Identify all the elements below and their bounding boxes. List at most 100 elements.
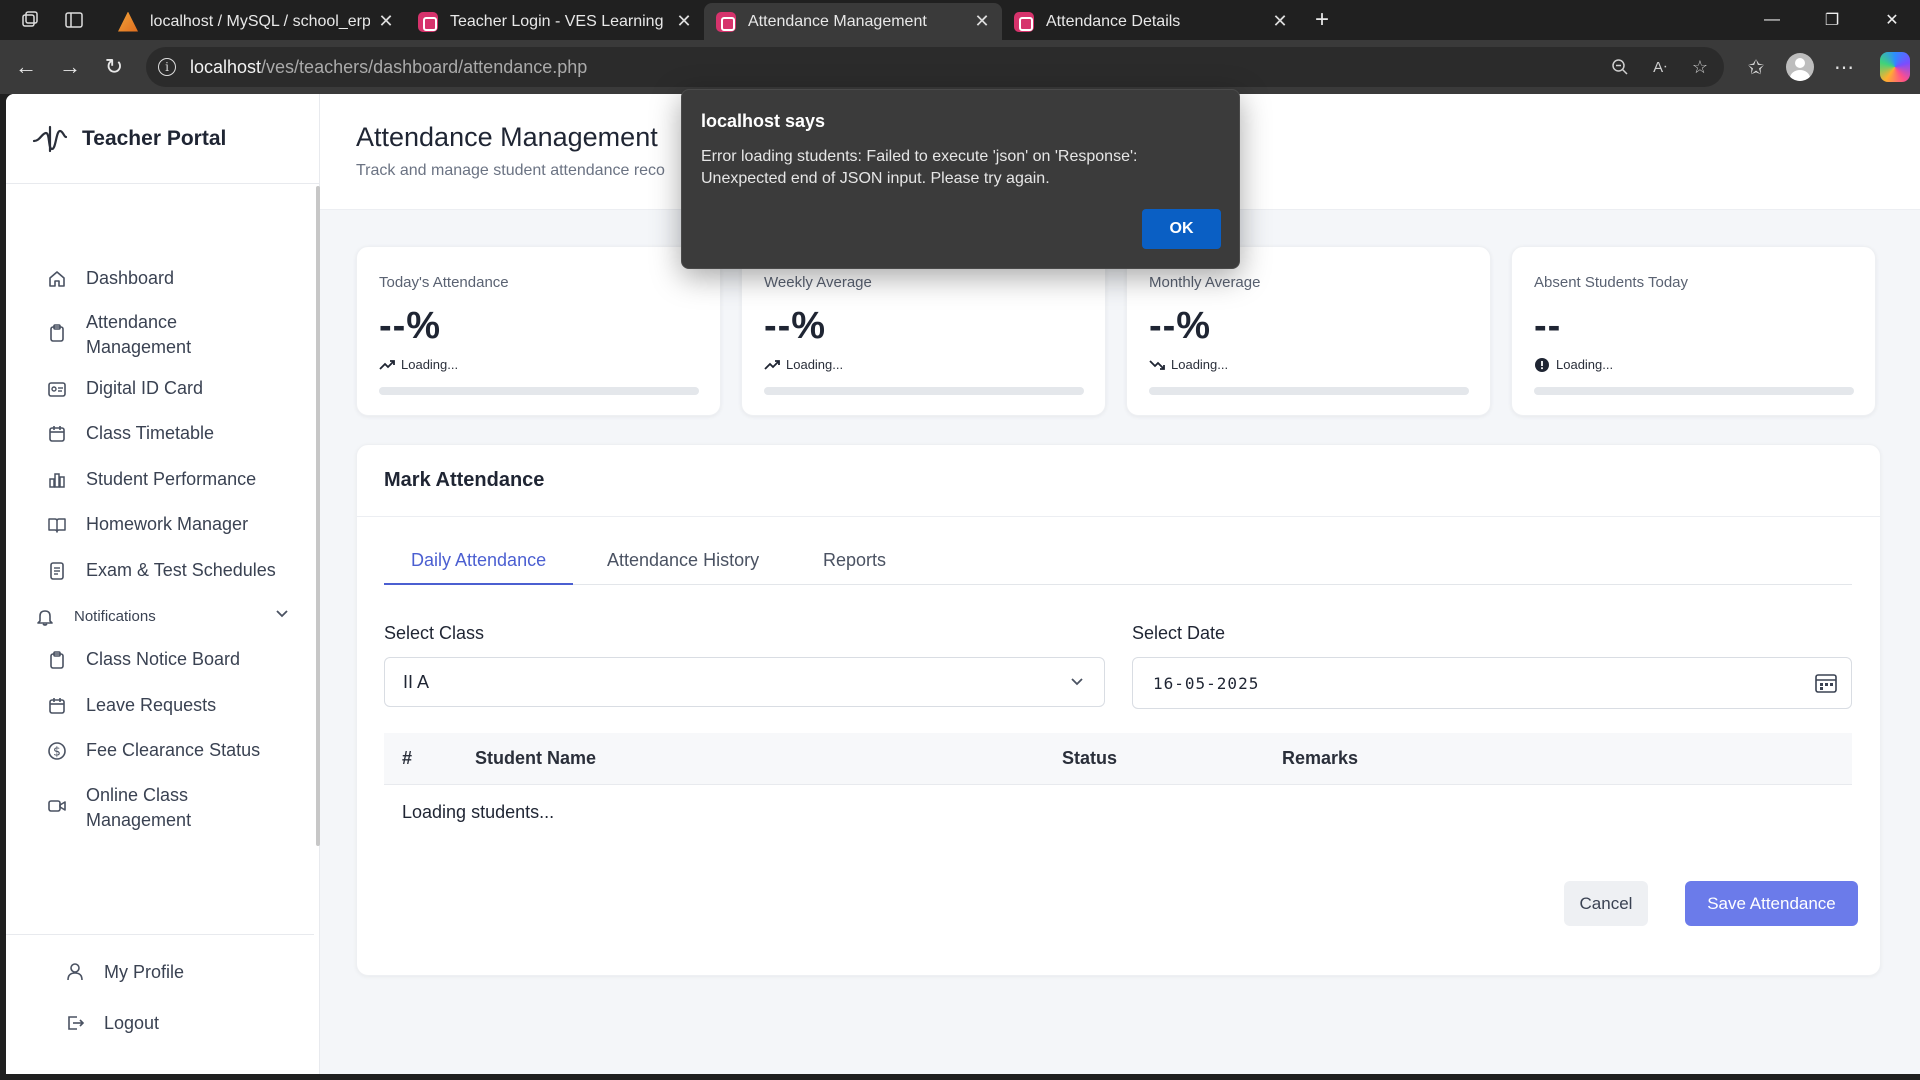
restore-icon[interactable]: ❐: [1804, 0, 1860, 40]
attendance-tabs: Daily Attendance Attendance History Repo…: [384, 542, 1852, 585]
stat-status-text: Loading...: [1171, 357, 1229, 372]
column-header-number: #: [402, 748, 413, 768]
sidebar-item-label: Exam & Test Schedules: [86, 560, 276, 580]
close-tab-icon[interactable]: ✕: [676, 11, 692, 32]
chevron-down-icon: [1068, 672, 1086, 695]
stat-card-weekly-average: Weekly Average --% Loading...: [741, 246, 1106, 416]
tab-daily-attendance[interactable]: Daily Attendance: [384, 542, 574, 585]
tab-attendance-history[interactable]: Attendance History: [580, 542, 786, 585]
stat-progress-bar: [1534, 387, 1854, 395]
alert-circle-icon: [1534, 357, 1550, 372]
tab-title: Teacher Login - VES Learning Port: [450, 12, 668, 30]
stat-card-todays-attendance: Today's Attendance --% Loading...: [356, 246, 721, 416]
trend-up-icon: [379, 358, 395, 372]
tab-reports[interactable]: Reports: [796, 542, 913, 585]
close-tab-icon[interactable]: ✕: [378, 11, 394, 32]
sidebar-item-logout[interactable]: Logout: [64, 1012, 159, 1034]
sidebar-nav: Dashboard Attendance Management Digital …: [6, 184, 314, 940]
close-tab-icon[interactable]: ✕: [974, 11, 990, 32]
stat-status-text: Loading...: [401, 357, 459, 372]
sidebar-item-class-notice-board[interactable]: Class Notice Board: [46, 647, 240, 672]
browser-tab-attendance-management[interactable]: Attendance Management ✕: [704, 3, 1002, 40]
sidebar-item-notifications[interactable]: Notifications: [34, 604, 294, 629]
sidebar-item-label: Class Timetable: [86, 423, 215, 443]
sidebar-item-student-performance[interactable]: Student Performance: [46, 467, 256, 492]
trend-up-icon: [764, 358, 780, 372]
portal-logo-icon: [32, 125, 68, 152]
sidebar-item-class-timetable[interactable]: Class Timetable: [46, 421, 214, 446]
calendar-icon: [46, 695, 68, 717]
sidebar-item-label: Fee Clearance Status: [86, 740, 261, 760]
stat-card-absent-students-today: Absent Students Today -- Loading...: [1511, 246, 1876, 416]
stat-status: Loading...: [379, 357, 458, 372]
svg-text:$: $: [53, 744, 61, 758]
sidebar-item-label: Class Notice Board: [86, 649, 241, 669]
favorites-icon[interactable]: ✩: [1742, 53, 1770, 81]
book-icon: [46, 514, 68, 536]
address-bar[interactable]: i localhost/ves/teachers/dashboard/atten…: [146, 47, 1724, 87]
back-icon[interactable]: ←: [12, 53, 40, 81]
stat-title: Weekly Average: [764, 274, 872, 291]
new-tab-icon[interactable]: +: [1310, 6, 1334, 33]
calendar-picker-icon[interactable]: [1815, 673, 1837, 693]
video-icon: [46, 795, 68, 817]
site-info-icon[interactable]: i: [158, 58, 176, 76]
more-options-icon[interactable]: ⋯: [1830, 53, 1858, 81]
browser-tab-teacher-login[interactable]: Teacher Login - VES Learning Port ✕: [406, 3, 704, 40]
mark-attendance-panel: Mark Attendance Daily Attendance Attenda…: [356, 444, 1881, 976]
sidebar-scrollbar[interactable]: [316, 186, 320, 846]
copilot-icon[interactable]: [1880, 52, 1910, 82]
table-loading-text: Loading students...: [402, 802, 555, 822]
vertical-tabs-icon[interactable]: [62, 8, 86, 32]
user-icon: [64, 961, 86, 983]
stat-status-text: Loading...: [1556, 357, 1614, 372]
sidebar-item-label: Dashboard: [86, 268, 175, 288]
ok-button[interactable]: OK: [1142, 209, 1221, 249]
browser-tab-attendance-details[interactable]: Attendance Details ✕: [1002, 3, 1300, 40]
stat-status: Loading...: [764, 357, 843, 372]
site-favicon: [1014, 11, 1034, 32]
save-attendance-button[interactable]: Save Attendance: [1685, 881, 1858, 926]
class-select[interactable]: II A: [384, 657, 1105, 707]
class-select-value: II A: [403, 671, 430, 692]
favorite-star-icon[interactable]: ☆: [1690, 57, 1710, 77]
sidebar-item-attendance-management[interactable]: Attendance Management: [46, 310, 191, 360]
panel-title: Mark Attendance: [357, 445, 1880, 517]
browser-toolbar: ← → ↻ i localhost/ves/teachers/dashboard…: [0, 40, 1920, 94]
browser-tab-phpmyadmin[interactable]: localhost / MySQL / school_erp / t ✕: [106, 3, 406, 40]
chevron-down-icon[interactable]: [274, 604, 290, 629]
sidebar-item-my-profile[interactable]: My Profile: [64, 961, 184, 983]
profile-avatar[interactable]: [1786, 53, 1814, 81]
stat-progress-bar: [1149, 387, 1469, 395]
stat-value: --%: [379, 305, 442, 347]
sidebar-item-fee-clearance-status[interactable]: $ Fee Clearance Status: [46, 738, 260, 763]
close-window-icon[interactable]: ✕: [1864, 0, 1920, 40]
site-favicon: [418, 11, 438, 32]
sidebar-item-exam-test-schedules[interactable]: Exam & Test Schedules: [46, 558, 276, 583]
reload-icon[interactable]: ↻: [100, 53, 128, 81]
sidebar-item-homework-manager[interactable]: Homework Manager: [46, 512, 248, 537]
date-input-value: 16-05-2025: [1153, 673, 1260, 693]
cancel-button[interactable]: Cancel: [1564, 881, 1648, 926]
tab-title: localhost / MySQL / school_erp / t: [150, 12, 370, 30]
sidebar-item-label: Logout: [104, 1012, 160, 1033]
stat-status-text: Loading...: [786, 357, 844, 372]
sidebar-item-label: Attendance Management: [86, 312, 192, 357]
date-input[interactable]: 16-05-2025: [1132, 657, 1852, 709]
brand[interactable]: Teacher Portal: [6, 94, 319, 184]
zoom-out-icon[interactable]: [1610, 57, 1630, 77]
calendar-icon: [46, 423, 68, 445]
read-aloud-icon[interactable]: Aᐧ: [1650, 57, 1670, 77]
close-tab-icon[interactable]: ✕: [1272, 11, 1288, 32]
url-text[interactable]: localhost/ves/teachers/dashboard/attenda…: [190, 57, 587, 78]
clipboard-icon: [46, 649, 68, 671]
workspaces-icon[interactable]: [18, 8, 42, 32]
sidebar-item-leave-requests[interactable]: Leave Requests: [46, 693, 216, 718]
minimize-icon[interactable]: —: [1744, 0, 1800, 40]
bell-icon: [34, 606, 56, 628]
sidebar-item-dashboard[interactable]: Dashboard: [46, 266, 174, 291]
forward-icon[interactable]: →: [56, 53, 84, 81]
sidebar-item-digital-id-card[interactable]: Digital ID Card: [46, 376, 203, 401]
bar-chart-icon: [46, 469, 68, 491]
sidebar-item-online-class-management[interactable]: Online Class Management: [46, 783, 191, 833]
